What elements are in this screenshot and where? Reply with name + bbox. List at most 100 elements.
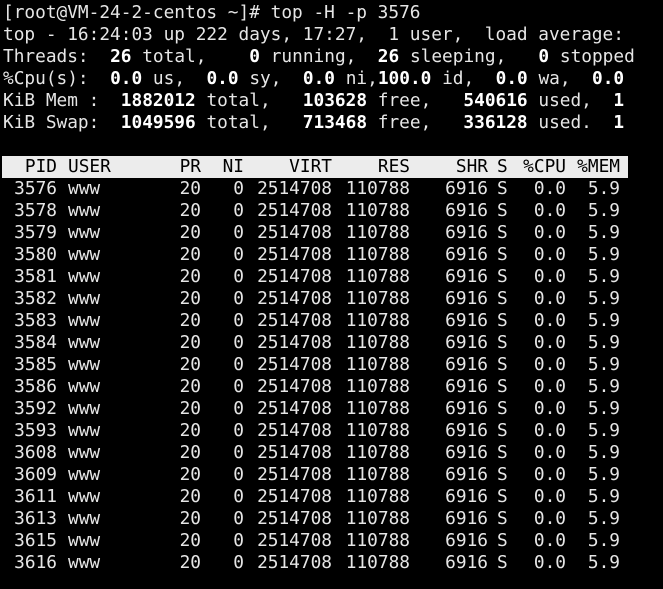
table-row[interactable]: 3576 www 20 0 2514708 110788 6916 S 0.0 5.9 [2, 178, 642, 200]
cell-ni: 0 [233, 222, 244, 243]
col-mem: %MEM [577, 156, 620, 177]
cell-virt: 2514708 [257, 310, 332, 331]
cpu-id-label: id, [442, 68, 475, 89]
swap-used-label: used. [538, 112, 592, 133]
cell-cpu: 0.0 [533, 332, 566, 353]
cell-virt: 2514708 [257, 244, 332, 265]
swap-line: KiB Swap: 1049596 total, 713468 free, 33… [3, 112, 663, 134]
cpu-ni-label: ni, [345, 68, 378, 89]
cell-pid: 3615 [14, 530, 57, 551]
cell-res: 110788 [345, 508, 410, 529]
table-row[interactable]: 3608 www 20 0 2514708 110788 6916 S 0.0 5.9 [2, 442, 642, 464]
cell-virt: 2514708 [257, 530, 332, 551]
cell-user: www [68, 354, 101, 375]
cell-pid: 3584 [14, 332, 57, 353]
cell-mem: 5.9 [587, 552, 620, 573]
table-row[interactable]: 3611 www 20 0 2514708 110788 6916 S 0.0 5.9 [2, 486, 642, 508]
cell-mem: 5.9 [587, 222, 620, 243]
cell-pid: 3582 [14, 288, 57, 309]
mem-total: 1882012 [120, 90, 196, 111]
cell-mem: 5.9 [587, 376, 620, 397]
threads-total: 26 [110, 46, 132, 67]
cell-res: 110788 [345, 200, 410, 221]
cell-pr: 20 [179, 288, 201, 309]
cell-virt: 2514708 [257, 178, 332, 199]
cell-mem: 5.9 [587, 420, 620, 441]
cell-state: S [497, 464, 508, 485]
cell-virt: 2514708 [257, 486, 332, 507]
cell-pid: 3609 [14, 464, 57, 485]
cell-cpu: 0.0 [533, 376, 566, 397]
cell-shr: 6916 [445, 376, 488, 397]
cpu-us: 0.0 [110, 68, 143, 89]
cell-ni: 0 [233, 530, 244, 551]
table-row[interactable]: 3616 www 20 0 2514708 110788 6916 S 0.0 5.9 [2, 552, 642, 574]
cell-cpu: 0.0 [533, 398, 566, 419]
cell-pr: 20 [179, 244, 201, 265]
cell-pid: 3585 [14, 354, 57, 375]
cpu-sy-label: sy, [249, 68, 282, 89]
cell-shr: 6916 [445, 530, 488, 551]
cell-user: www [68, 332, 101, 353]
cell-virt: 2514708 [257, 200, 332, 221]
cell-user: www [68, 288, 101, 309]
cell-user: www [68, 244, 101, 265]
cell-shr: 6916 [445, 552, 488, 573]
table-row[interactable]: 3613 www 20 0 2514708 110788 6916 S 0.0 5.9 [2, 508, 642, 530]
cell-pid: 3583 [14, 310, 57, 331]
table-row[interactable]: 3615 www 20 0 2514708 110788 6916 S 0.0 5.9 [2, 530, 642, 552]
table-row[interactable]: 3582 www 20 0 2514708 110788 6916 S 0.0 5.9 [2, 288, 642, 310]
cell-shr: 6916 [445, 354, 488, 375]
cell-cpu: 0.0 [533, 552, 566, 573]
cell-pid: 3580 [14, 244, 57, 265]
cell-pid: 3608 [14, 442, 57, 463]
cell-mem: 5.9 [587, 310, 620, 331]
cell-state: S [497, 376, 508, 397]
cell-shr: 6916 [445, 310, 488, 331]
cell-cpu: 0.0 [533, 200, 566, 221]
mem-used-label: used, [538, 90, 592, 111]
cell-shr: 6916 [445, 200, 488, 221]
cell-pr: 20 [179, 310, 201, 331]
table-row[interactable]: 3578 www 20 0 2514708 110788 6916 S 0.0 5.9 [2, 200, 642, 222]
cell-res: 110788 [345, 376, 410, 397]
cpu-wa-label: wa, [538, 68, 571, 89]
cell-pid: 3592 [14, 398, 57, 419]
col-state: S [497, 156, 508, 177]
col-res: RES [377, 156, 410, 177]
cell-shr: 6916 [445, 332, 488, 353]
threads-running-label: running, [270, 46, 357, 67]
cell-cpu: 0.0 [533, 354, 566, 375]
swap-label: KiB Swap: [3, 112, 100, 133]
cell-user: www [68, 420, 101, 441]
table-row[interactable]: 3585 www 20 0 2514708 110788 6916 S 0.0 5.9 [2, 354, 642, 376]
cell-virt: 2514708 [257, 354, 332, 375]
cell-shr: 6916 [445, 222, 488, 243]
table-row[interactable]: 3586 www 20 0 2514708 110788 6916 S 0.0 5.9 [2, 376, 642, 398]
cell-virt: 2514708 [257, 266, 332, 287]
terminal-window[interactable]: [root@VM-24-2-centos ~]# top -H -p 3576 … [3, 2, 663, 134]
table-row[interactable]: 3592 www 20 0 2514708 110788 6916 S 0.0 5.9 [2, 398, 642, 420]
table-row[interactable]: 3593 www 20 0 2514708 110788 6916 S 0.0 5.9 [2, 420, 642, 442]
cell-state: S [497, 332, 508, 353]
table-row[interactable]: 3584 www 20 0 2514708 110788 6916 S 0.0 5.9 [2, 332, 642, 354]
cell-res: 110788 [345, 332, 410, 353]
cell-cpu: 0.0 [533, 178, 566, 199]
cell-ni: 0 [233, 354, 244, 375]
mem-line: KiB Mem : 1882012 total, 103628 free, 54… [3, 90, 663, 112]
cell-res: 110788 [345, 552, 410, 573]
col-shr: SHR [455, 156, 488, 177]
table-row[interactable]: 3579 www 20 0 2514708 110788 6916 S 0.0 5.9 [2, 222, 642, 244]
table-row[interactable]: 3609 www 20 0 2514708 110788 6916 S 0.0 5.9 [2, 464, 642, 486]
cell-ni: 0 [233, 178, 244, 199]
cell-ni: 0 [233, 442, 244, 463]
table-row[interactable]: 3583 www 20 0 2514708 110788 6916 S 0.0 5.9 [2, 310, 642, 332]
cell-pr: 20 [179, 266, 201, 287]
cell-res: 110788 [345, 178, 410, 199]
table-row[interactable]: 3580 www 20 0 2514708 110788 6916 S 0.0 5.9 [2, 244, 642, 266]
cell-cpu: 0.0 [533, 464, 566, 485]
cell-ni: 0 [233, 332, 244, 353]
col-cpu: %CPU [523, 156, 566, 177]
table-row[interactable]: 3581 www 20 0 2514708 110788 6916 S 0.0 5.9 [2, 266, 642, 288]
cell-cpu: 0.0 [533, 244, 566, 265]
